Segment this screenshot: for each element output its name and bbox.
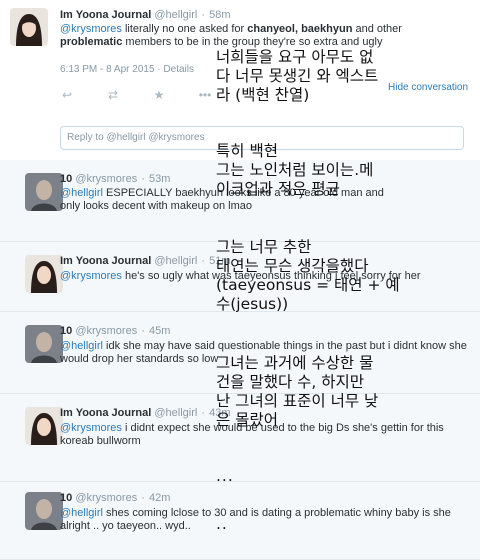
- author-handle[interactable]: @hellgirl: [154, 255, 197, 267]
- author-name[interactable]: Im Yoona Journal: [60, 9, 151, 21]
- reply-icon[interactable]: ↩: [60, 89, 74, 101]
- author-handle[interactable]: @krysmores: [75, 325, 137, 337]
- avatar[interactable]: [25, 325, 63, 363]
- tweet-header: 10 @krysmores · 45m: [60, 325, 171, 337]
- overlay-ellipsis: ..: [216, 515, 228, 533]
- author-handle[interactable]: @hellgirl: [154, 407, 197, 419]
- hide-conversation-link[interactable]: Hide conversation: [388, 82, 468, 93]
- mention-link[interactable]: @hellgirl: [60, 507, 103, 519]
- more-icon[interactable]: •••: [198, 89, 212, 101]
- tweet-header: Im Yoona Journal @hellgirl · 51m: [60, 255, 231, 267]
- mention-link[interactable]: @krysmores: [60, 422, 122, 434]
- avatar[interactable]: [25, 255, 63, 293]
- overlay-translation-3: 그는 너무 추한 태연는 무슨 생각을했다 (taeyeonsus = 태연 +…: [216, 238, 400, 313]
- author-handle[interactable]: @krysmores: [75, 492, 137, 504]
- tweet-timestamp: 6:13 PM - 8 Apr 2015: [60, 64, 155, 75]
- tweet-meta: 6:13 PM - 8 Apr 2015 · Details: [60, 64, 194, 75]
- tweet-header: Im Yoona Journal @hellgirl · 58m: [60, 9, 231, 21]
- tweet-header: 10 @krysmores · 42m: [60, 492, 171, 504]
- avatar[interactable]: [25, 173, 63, 211]
- overlay-translation-4: 그녀는 과거에 수상한 물 건을 말했다 수, 하지만 난 그녀의 표준이 너무…: [216, 354, 379, 429]
- favorite-icon[interactable]: ★: [152, 89, 166, 101]
- mention-link[interactable]: @hellgirl: [60, 340, 103, 352]
- overlay-translation-2: 특히 백현 그는 노인처럼 보이는.메 이크업과 적은 평균: [216, 142, 374, 198]
- author-name[interactable]: Im Yoona Journal: [60, 407, 151, 419]
- tweet-header: Im Yoona Journal @hellgirl · 43m: [60, 407, 231, 419]
- author-handle[interactable]: @hellgirl: [154, 9, 197, 21]
- tweet-actions: ↩ ⇄ ★ •••: [60, 89, 212, 101]
- tweet-header: 10 @krysmores · 53m: [60, 173, 171, 185]
- tweet-time[interactable]: 53m: [149, 173, 170, 185]
- tweet-time[interactable]: 45m: [149, 325, 170, 337]
- avatar[interactable]: [25, 492, 63, 530]
- reply-tweet: 10 @krysmores · 42m @hellgirl shes comin…: [0, 482, 480, 560]
- author-name[interactable]: Im Yoona Journal: [60, 255, 151, 267]
- avatar[interactable]: [10, 8, 48, 46]
- mention-link[interactable]: @krysmores: [60, 23, 122, 35]
- mention-link[interactable]: @hellgirl: [60, 187, 103, 199]
- avatar[interactable]: [25, 407, 63, 445]
- tweet-text: @hellgirl shes coming lclose to 30 and i…: [60, 507, 451, 532]
- author-name[interactable]: 10: [60, 325, 72, 337]
- tweet-time[interactable]: 58m: [209, 9, 230, 21]
- retweet-icon[interactable]: ⇄: [106, 89, 120, 101]
- author-name[interactable]: 10: [60, 173, 72, 185]
- author-handle[interactable]: @krysmores: [75, 173, 137, 185]
- author-name[interactable]: 10: [60, 492, 72, 504]
- overlay-ellipsis: ...: [216, 467, 234, 485]
- tweet-time[interactable]: 42m: [149, 492, 170, 504]
- overlay-translation-1: 너희들을 요구 아무도 없 다 너무 못생긴 와 엑스트 라 (백현 찬열): [216, 48, 379, 104]
- tweet-text: @krysmores literally no one asked for ch…: [60, 23, 402, 48]
- mention-link[interactable]: @krysmores: [60, 270, 122, 282]
- details-link[interactable]: Details: [163, 64, 194, 75]
